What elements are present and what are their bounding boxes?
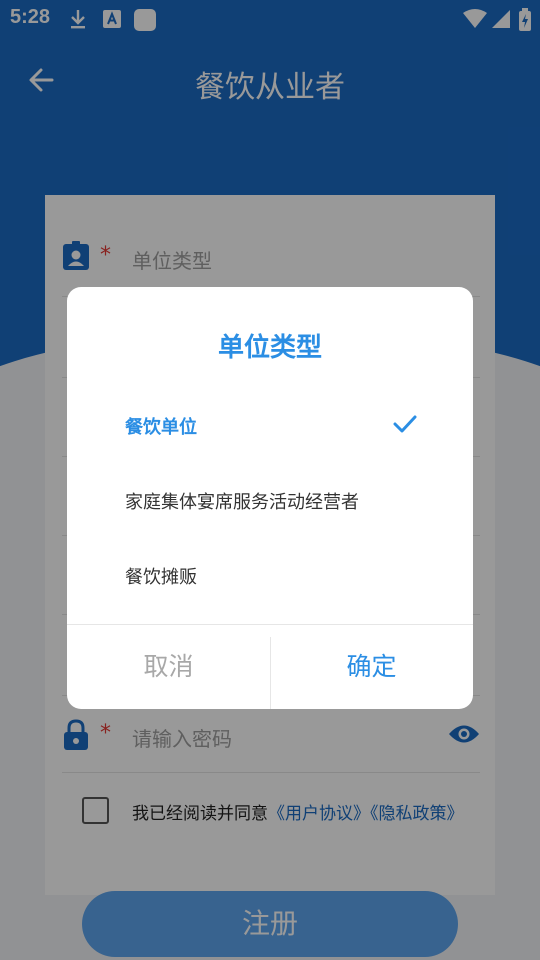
dialog-title: 单位类型 bbox=[217, 333, 322, 363]
unit-type-dialog: 单位类型 餐饮单位 家庭集体宴席服务活动经营者 餐饮摊贩 取消 确定 bbox=[67, 287, 473, 709]
option-label: 家庭集体宴席服务活动经营者 bbox=[125, 492, 359, 513]
option-label: 餐饮单位 bbox=[125, 417, 197, 438]
cancel-button[interactable]: 取消 bbox=[67, 625, 270, 709]
option-label: 餐饮摊贩 bbox=[125, 567, 197, 588]
option-family-banquet-operator[interactable]: 家庭集体宴席服务活动经营者 bbox=[67, 466, 473, 534]
check-icon bbox=[393, 415, 417, 437]
confirm-button[interactable]: 确定 bbox=[270, 625, 473, 709]
option-catering-vendor[interactable]: 餐饮摊贩 bbox=[67, 541, 473, 609]
option-catering-unit[interactable]: 餐饮单位 bbox=[67, 391, 473, 459]
